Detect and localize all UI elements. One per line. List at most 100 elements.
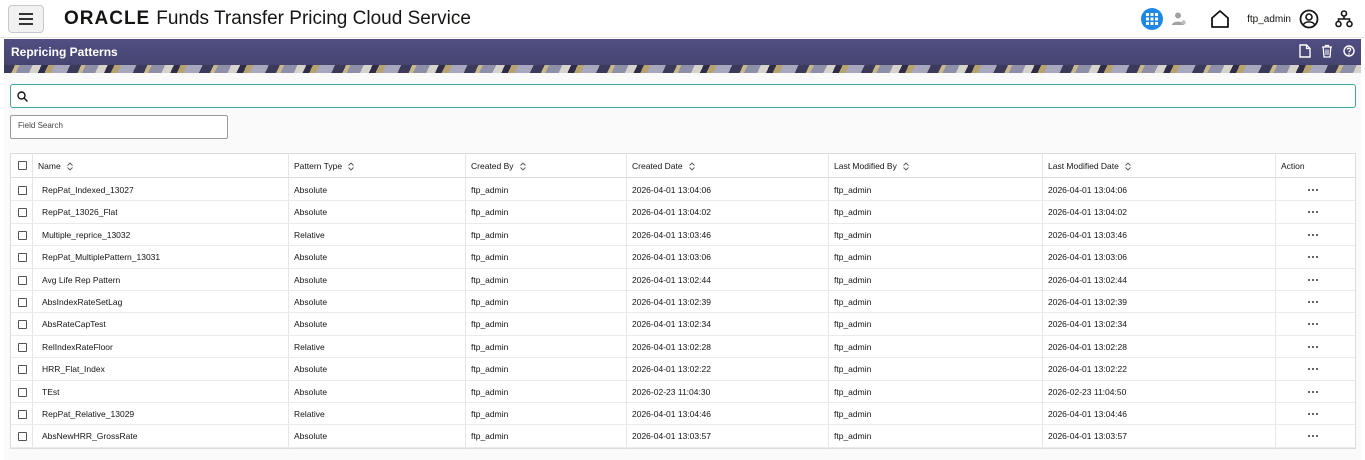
cell-last-modified-date: 2026-04-01 13:04:06 [1048, 185, 1127, 195]
cell-created-by: ftp_admin [471, 274, 509, 285]
more-actions-icon[interactable] [1308, 233, 1318, 236]
search-input[interactable] [10, 84, 1356, 108]
table-row[interactable]: Avg Life Rep Pattern Absolute ftp_admin … [11, 269, 1355, 291]
more-actions-icon[interactable] [1308, 345, 1318, 348]
cell-name[interactable]: Multiple_reprice_13032 [42, 224, 130, 246]
home-icon[interactable] [1209, 8, 1231, 30]
table-row[interactable]: RepPat_Relative_13029 Relative ftp_admin… [11, 403, 1355, 426]
more-actions-icon[interactable] [1308, 278, 1318, 281]
row-checkbox[interactable] [18, 410, 27, 419]
row-checkbox[interactable] [18, 387, 27, 397]
more-actions-icon[interactable] [1308, 211, 1318, 214]
column-header-created-date[interactable]: Created Date [632, 154, 695, 178]
cell-last-modified-by: ftp_admin [834, 386, 872, 397]
row-checkbox[interactable] [18, 432, 27, 442]
cell-name[interactable]: RepPat_MultiplePattern_13031 [42, 246, 160, 268]
cell-last-modified-date: 2026-04-01 13:03:46 [1048, 229, 1127, 240]
cell-pattern-type: Absolute [294, 274, 328, 285]
table-row[interactable]: AbsNewHRR_GrossRate Absolute ftp_admin 2… [11, 425, 1355, 448]
cell-name[interactable]: RelIndexRateFloor [42, 336, 113, 358]
column-header-last-modified-date[interactable]: Last Modified Date [1048, 154, 1131, 178]
table-row[interactable]: AbsRateCapTest Absolute ftp_admin 2026-0… [11, 313, 1355, 336]
row-checkbox[interactable] [18, 208, 27, 218]
more-actions-icon[interactable] [1308, 413, 1318, 415]
cell-last-modified-by: ftp_admin [834, 297, 872, 307]
cell-pattern-type: Absolute [294, 297, 328, 307]
help-icon[interactable] [1343, 44, 1355, 58]
table-row[interactable]: HRR_Flat_Index Absolute ftp_admin 2026-0… [11, 358, 1355, 381]
sort-icon[interactable] [519, 161, 526, 171]
cell-last-modified-by: ftp_admin [834, 207, 872, 218]
row-checkbox[interactable] [18, 186, 27, 195]
sort-icon[interactable] [66, 161, 73, 171]
delete-icon[interactable] [1321, 44, 1333, 58]
cell-created-by: ftp_admin [471, 229, 509, 240]
more-actions-icon[interactable] [1308, 256, 1318, 259]
cell-pattern-type: Absolute [294, 207, 328, 218]
page-title: Repricing Patterns [11, 45, 118, 59]
cell-created-date: 2026-04-01 13:04:46 [632, 409, 711, 419]
cell-last-modified-date: 2026-04-01 13:02:28 [1048, 341, 1127, 352]
cell-created-date: 2026-04-01 13:04:02 [632, 207, 711, 218]
cell-last-modified-date: 2026-04-01 13:02:34 [1048, 319, 1127, 330]
cell-name[interactable]: RepPat_13026_Flat [42, 201, 118, 223]
cell-name[interactable]: Avg Life Rep Pattern [42, 269, 120, 291]
cell-name[interactable]: RepPat_Relative_13029 [42, 403, 134, 425]
more-actions-icon[interactable] [1308, 368, 1318, 371]
sort-icon[interactable] [688, 161, 695, 171]
sort-icon[interactable] [903, 161, 909, 171]
sort-icon[interactable] [348, 161, 354, 171]
table-row[interactable]: AbsIndexRateSetLag Absolute ftp_admin 20… [11, 291, 1355, 314]
more-actions-icon[interactable] [1308, 323, 1318, 326]
row-checkbox[interactable] [18, 230, 27, 240]
cell-name[interactable]: AbsRateCapTest [42, 313, 106, 335]
column-header-last-modified-by[interactable]: Last Modified By [834, 154, 909, 178]
user-avatar-icon[interactable] [1299, 9, 1319, 29]
column-header-name[interactable]: Name [38, 154, 73, 178]
cell-created-date: 2026-04-01 13:03:06 [632, 252, 711, 263]
column-header-created-by[interactable]: Created By [471, 154, 526, 178]
cell-name[interactable]: TEst [42, 381, 59, 403]
person-settings-icon[interactable] [1171, 11, 1187, 27]
column-header-pattern-type[interactable]: Pattern Type [294, 154, 354, 178]
row-checkbox[interactable] [18, 275, 27, 285]
add-document-icon[interactable] [1299, 44, 1311, 58]
cell-created-date: 2026-04-01 13:02:44 [632, 274, 711, 285]
hierarchy-icon[interactable] [1335, 10, 1353, 28]
column-header-label: Last Modified By [834, 161, 897, 171]
table-row[interactable]: RepPat_MultiplePattern_13031 Absolute ft… [11, 246, 1355, 269]
table-row[interactable]: RepPat_13026_Flat Absolute ftp_admin 202… [11, 201, 1355, 224]
top-bar: ORACLE Funds Transfer Pricing Cloud Serv… [0, 0, 1365, 38]
more-actions-icon[interactable] [1308, 390, 1318, 393]
cell-last-modified-by: ftp_admin [834, 319, 872, 330]
hamburger-line [19, 23, 33, 25]
select-all-checkbox[interactable] [18, 161, 27, 170]
cell-name[interactable]: HRR_Flat_Index [42, 358, 105, 380]
cell-created-date: 2026-04-01 13:04:06 [632, 185, 711, 195]
row-checkbox[interactable] [18, 320, 27, 330]
cell-last-modified-date: 2026-02-23 11:04:50 [1048, 386, 1127, 397]
row-checkbox[interactable] [18, 365, 27, 375]
sort-icon[interactable] [1125, 161, 1131, 171]
more-actions-icon[interactable] [1308, 435, 1318, 438]
more-actions-icon[interactable] [1308, 189, 1318, 191]
cell-name[interactable]: RepPat_Indexed_13027 [42, 179, 134, 201]
hamburger-menu-button[interactable] [8, 5, 44, 33]
row-checkbox[interactable] [18, 342, 27, 352]
row-checkbox[interactable] [18, 298, 27, 307]
table-row[interactable]: RelIndexRateFloor Relative ftp_admin 202… [11, 336, 1355, 359]
table-row[interactable]: RepPat_Indexed_13027 Absolute ftp_admin … [11, 179, 1355, 202]
cell-last-modified-by: ftp_admin [834, 341, 872, 352]
column-header-label: Created By [471, 161, 514, 171]
row-checkbox[interactable] [18, 253, 27, 263]
user-name[interactable]: ftp_admin [1247, 14, 1291, 25]
more-actions-icon[interactable] [1308, 301, 1318, 303]
cell-name[interactable]: AbsNewHRR_GrossRate [42, 425, 137, 447]
cell-created-date: 2026-04-01 13:03:46 [632, 229, 711, 240]
field-search-input[interactable]: Field Search [10, 115, 228, 139]
column-header-label: Pattern Type [294, 161, 343, 171]
table-row[interactable]: Multiple_reprice_13032 Relative ftp_admi… [11, 224, 1355, 247]
apps-grid-icon[interactable] [1141, 8, 1164, 30]
table-row[interactable]: TEst Absolute ftp_admin 2026-02-23 11:04… [11, 381, 1355, 403]
cell-name[interactable]: AbsIndexRateSetLag [42, 291, 122, 313]
